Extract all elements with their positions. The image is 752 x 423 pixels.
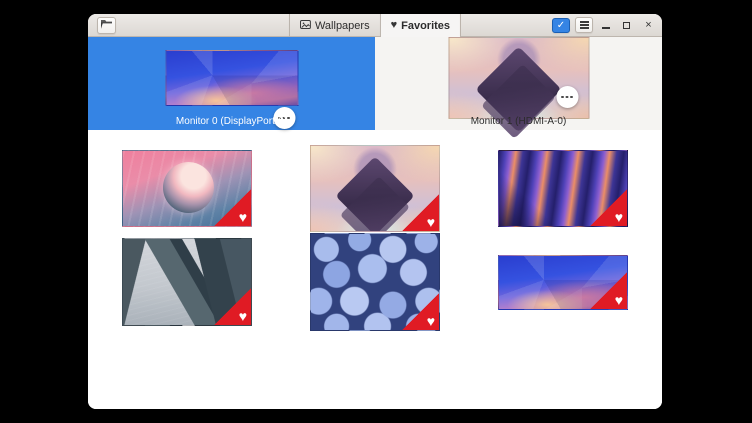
wallpaper-tile-silk-waves[interactable]: ♥ [498,150,628,227]
favorite-badge: ♥ [214,189,251,226]
header-bar: Wallpapers ♥ Favorites ✓ × [88,14,662,37]
maximize-button[interactable] [619,17,634,33]
heart-icon: ♥ [239,309,247,323]
tab-wallpapers[interactable]: Wallpapers [289,14,381,37]
monitor-1-label: Monitor 1 (HDMI-A-0) [375,116,662,127]
favorites-grid: ♥ ♥ ♥ ♥ ♥ ♥ [88,130,662,409]
monitor-card-0[interactable]: Monitor 0 (DisplayPort-0) [88,37,375,130]
wallpaper-tile-blue-flowers[interactable]: ♥ [310,233,440,331]
apply-wallpaper-button[interactable]: ✓ [552,18,570,33]
favorite-badge: ♥ [590,189,627,226]
tab-favorites[interactable]: ♥ Favorites [381,14,461,37]
wallpaper-tile-blue-geometric[interactable]: ♥ [498,255,628,310]
maximize-icon [623,22,630,29]
wallpaper-tile-skyscrapers[interactable]: ♥ [122,238,252,326]
favorite-badge: ♥ [402,293,439,330]
grid-row-2: ♥ ♥ ♥ [122,233,628,331]
menu-button[interactable] [575,17,593,33]
view-switcher: Wallpapers ♥ Favorites [289,14,461,37]
heart-icon: ♥ [615,210,623,224]
open-folder-button[interactable] [97,17,116,34]
favorite-badge: ♥ [214,288,251,325]
heart-icon: ♥ [615,293,623,307]
close-icon: × [645,20,651,31]
favorite-badge: ♥ [402,194,439,231]
check-icon: ✓ [557,21,565,31]
heart-icon: ♥ [427,215,435,229]
monitor-1-ellipsis-button[interactable] [556,86,578,108]
minimize-icon [602,27,610,29]
image-icon [300,19,311,33]
tab-favorites-label: Favorites [401,20,450,32]
wallpaper-tile-fuzzy-sphere[interactable]: ♥ [122,150,252,227]
hamburger-menu-icon [580,21,589,29]
monitor-0-label: Monitor 0 (DisplayPort-0) [88,116,375,127]
heart-icon: ♥ [239,210,247,224]
wallpaper-tile-floating-island[interactable]: ♥ [310,145,440,232]
close-button[interactable]: × [641,17,656,33]
wallpaper-app-window: Wallpapers ♥ Favorites ✓ × [88,14,662,409]
grid-row-1: ♥ ♥ ♥ [122,145,628,232]
heart-icon: ♥ [427,314,435,328]
favorite-badge: ♥ [590,272,627,309]
tab-wallpapers-label: Wallpapers [315,20,370,32]
monitor-selector-row: Monitor 0 (DisplayPort-0) Monitor 1 (HDM… [88,37,662,130]
minimize-button[interactable] [598,17,613,33]
monitor-card-1[interactable]: Monitor 1 (HDMI-A-0) [375,37,662,130]
monitor-1-wallpaper-thumbnail[interactable] [448,37,589,119]
heart-icon: ♥ [391,20,398,31]
desktop-background: Wallpapers ♥ Favorites ✓ × [0,0,752,423]
open-folder-icon [100,17,113,35]
monitor-0-wallpaper-thumbnail[interactable] [165,50,298,106]
